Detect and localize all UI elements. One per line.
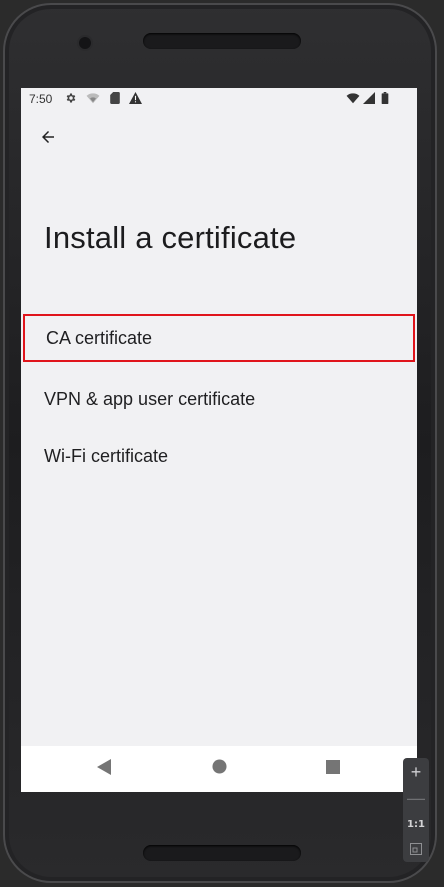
navigation-bar <box>21 746 417 792</box>
recents-square-icon <box>326 759 340 779</box>
zoom-out-button[interactable]: — <box>403 786 429 810</box>
option-label: CA certificate <box>46 327 153 348</box>
warning-icon <box>129 92 142 104</box>
device-screen: 7:50 Install a certificate CA certificat… <box>21 88 417 792</box>
fit-screen-icon <box>410 839 422 860</box>
back-button[interactable] <box>33 124 63 154</box>
option-ca-certificate[interactable]: CA certificate <box>23 314 415 362</box>
zoom-fit-button[interactable] <box>403 837 429 861</box>
home-circle-icon <box>211 759 227 779</box>
wifi-icon <box>346 92 360 104</box>
certificate-options-list: CA certificate VPN & app user certificat… <box>21 314 417 485</box>
option-vpn-app-user-certificate[interactable]: VPN & app user certificate <box>21 371 417 428</box>
bottom-speaker <box>143 845 301 861</box>
sd-card-icon <box>110 92 120 104</box>
wifi-off-icon <box>86 92 100 104</box>
signal-icon <box>363 92 375 104</box>
zoom-reset-button[interactable]: 1:1 <box>403 812 429 836</box>
emulator-frame: 7:50 Install a certificate CA certificat… <box>0 0 444 887</box>
arrow-left-icon <box>39 128 57 151</box>
front-camera <box>79 37 91 49</box>
zoom-in-button[interactable]: + <box>403 760 429 784</box>
emulator-zoom-panel: + — 1:1 <box>403 758 429 862</box>
nav-recents-button[interactable] <box>322 758 344 780</box>
top-speaker <box>143 33 301 49</box>
gear-icon <box>65 92 77 104</box>
option-label: Wi-Fi certificate <box>44 446 169 466</box>
status-bar: 7:50 <box>21 88 417 110</box>
zoom-ratio-label: 1:1 <box>407 818 425 830</box>
page-title: Install a certificate <box>44 220 297 255</box>
option-wifi-certificate[interactable]: Wi-Fi certificate <box>21 428 417 485</box>
battery-icon <box>381 92 389 104</box>
back-triangle-icon <box>97 758 111 780</box>
nav-back-button[interactable] <box>93 758 115 780</box>
option-label: VPN & app user certificate <box>44 389 256 409</box>
nav-home-button[interactable] <box>208 758 230 780</box>
status-time: 7:50 <box>29 92 53 106</box>
